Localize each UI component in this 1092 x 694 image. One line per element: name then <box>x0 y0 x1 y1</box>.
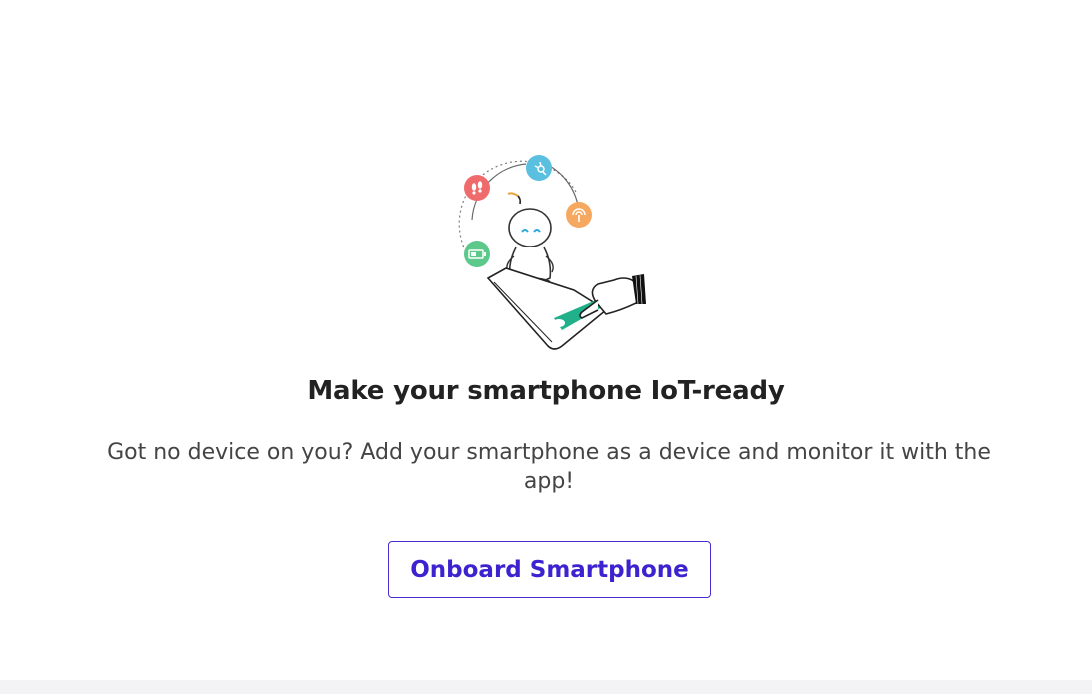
bottom-divider <box>0 680 1092 694</box>
footsteps-icon <box>464 175 490 201</box>
share-network-icon <box>526 155 552 181</box>
hand-illustration <box>579 274 646 319</box>
onboard-smartphone-button[interactable]: Onboard Smartphone <box>388 541 711 598</box>
battery-icon <box>464 241 490 267</box>
page-description: Got no device on you? Add your smartphon… <box>107 440 991 494</box>
onboarding-page: Make your smartphone IoT-ready Got no de… <box>0 0 1092 694</box>
smartphone-robot-illustration <box>458 155 646 350</box>
page-title: Make your smartphone IoT-ready <box>307 376 785 406</box>
signal-icon <box>566 202 592 228</box>
